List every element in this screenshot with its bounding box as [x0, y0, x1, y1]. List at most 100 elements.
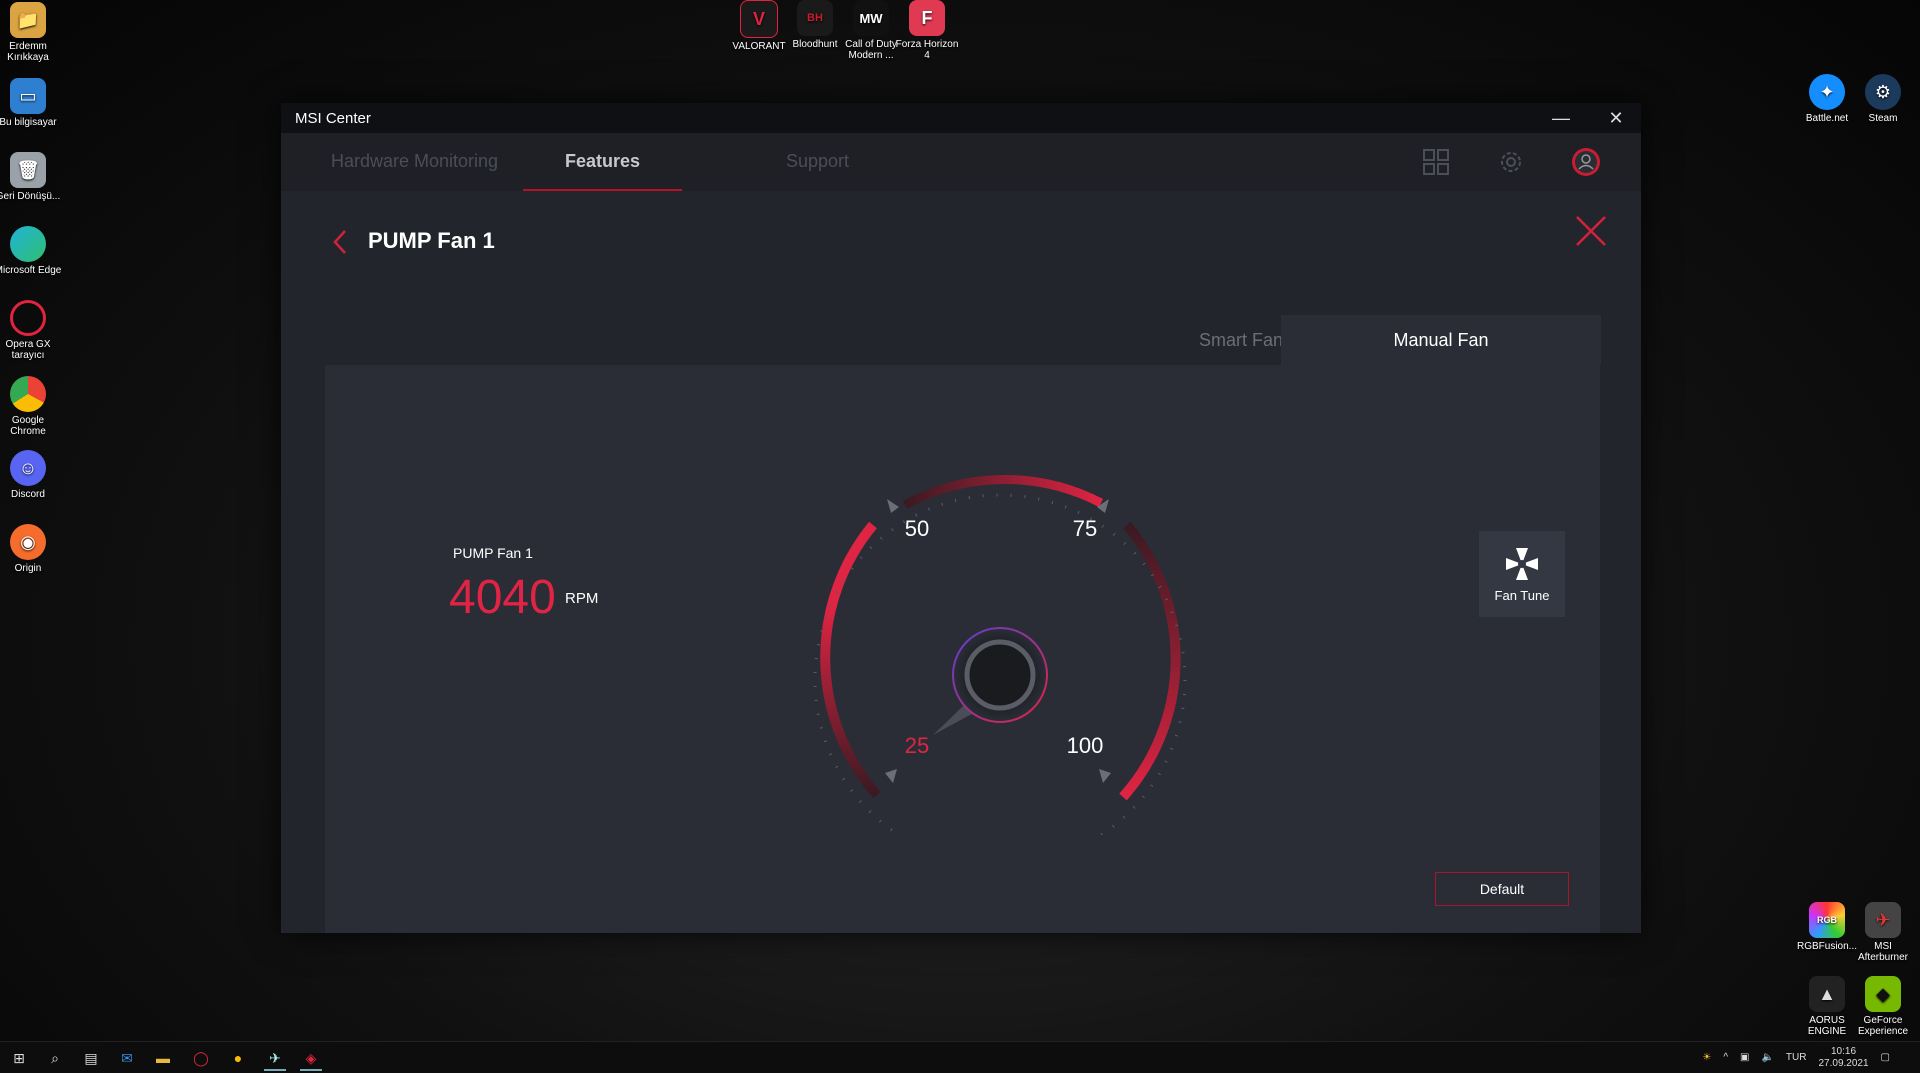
msi-center-window: MSI Center — ✕ Hardware Monitoring Featu… — [281, 103, 1641, 933]
fan-icon — [1506, 547, 1538, 580]
search-button[interactable]: ⌕ — [44, 1047, 66, 1069]
close-panel-button[interactable] — [1571, 211, 1611, 251]
rpm-value: 4040 — [449, 571, 556, 624]
user-profile-button[interactable] — [1571, 147, 1601, 177]
desktop-icon-recycle-bin[interactable]: 🗑 Geri Dönüşü... — [0, 152, 63, 202]
desktop-icon-origin[interactable]: ◉ Origin — [0, 524, 63, 574]
minimize-button[interactable]: — — [1541, 103, 1581, 133]
fan-name: PUMP Fan 1 — [453, 545, 533, 561]
grid-icon — [1423, 149, 1449, 175]
default-button[interactable]: Default — [1435, 872, 1569, 906]
desktop-icon-computer[interactable]: ▭ Bu bilgisayar — [0, 78, 63, 128]
chevron-left-icon — [333, 230, 346, 254]
discord-icon: ☺ — [10, 450, 46, 486]
back-button[interactable] — [331, 229, 349, 262]
close-icon — [1576, 216, 1606, 246]
tab-hardware-monitoring[interactable]: Hardware Monitoring — [331, 133, 498, 189]
opera-gx-icon — [10, 300, 46, 336]
title-bar: MSI Center — ✕ — [281, 103, 1641, 133]
gauge-marker — [885, 769, 897, 783]
desktop-icon-forza[interactable]: F Forza Horizon 4 — [892, 0, 962, 61]
search-icon: ⌕ — [51, 1049, 59, 1066]
taskbar-explorer[interactable]: ▬ — [152, 1047, 174, 1069]
system-tray: ☀ ^ ▣ 🔈 TUR 10:16 27.09.2021 ▢ — [1702, 1042, 1890, 1073]
volume-icon[interactable]: 🔈 — [1761, 1052, 1773, 1063]
bloodhunt-icon: BH — [797, 0, 833, 36]
gauge-hub — [964, 639, 1036, 711]
fan-tune-label: Fan Tune — [1494, 587, 1550, 603]
geforce-icon: ◆ — [1865, 976, 1901, 1012]
minimize-icon: — — [1552, 107, 1570, 128]
language-indicator[interactable]: TUR — [1786, 1052, 1807, 1063]
desktop-icon-discord[interactable]: ☺ Discord — [0, 450, 63, 500]
mode-tab-manual-fan[interactable]: Manual Fan — [1281, 315, 1601, 365]
fan-content-area: PUMP Fan 1 Smart Fan Manual Fan PUMP Fan… — [281, 191, 1641, 933]
forza-icon: F — [909, 0, 945, 36]
window-title: MSI Center — [295, 109, 371, 127]
steam-icon: ⚙ — [1865, 74, 1901, 110]
desktop-icon-steam[interactable]: ⚙ Steam — [1848, 74, 1918, 124]
notifications-icon[interactable]: ▢ — [1881, 1052, 1890, 1063]
start-button[interactable]: ⊞ — [8, 1047, 30, 1069]
clock-date: 27.09.2021 — [1818, 1057, 1869, 1069]
window-close-button[interactable]: ✕ — [1596, 103, 1636, 133]
close-icon: ✕ — [1608, 107, 1624, 128]
desktop-icon-geforce[interactable]: ◆ GeForce Experience — [1848, 976, 1918, 1037]
desktop-icon-label: Erdemm Kırıkkaya — [7, 41, 49, 63]
valorant-icon: V — [740, 0, 778, 38]
settings-button[interactable] — [1496, 147, 1526, 177]
cod-icon: MW — [853, 0, 889, 36]
taskbar-chrome[interactable]: ● — [227, 1047, 249, 1069]
desktop-icon-opera-gx[interactable]: Opera GX tarayıcı — [0, 300, 63, 361]
fan-speed-gauge[interactable]: 50 75 25 100 — [745, 415, 1195, 835]
computer-icon: ▭ — [10, 78, 46, 114]
taskbar-steam[interactable]: ✈ — [264, 1047, 286, 1071]
grid-view-button[interactable] — [1421, 147, 1451, 177]
rgbfusion-icon: RGB — [1809, 902, 1845, 938]
tab-features[interactable]: Features — [523, 133, 683, 191]
edge-icon — [10, 226, 46, 262]
desktop-icon-label: MSI Afterburner — [1857, 941, 1909, 963]
clock-time: 10:16 — [1831, 1045, 1857, 1057]
desktop-icon-afterburner[interactable]: ✈ MSI Afterburner — [1848, 902, 1918, 963]
desktop-icon-label: Microsoft Edge — [0, 265, 62, 276]
tab-support[interactable]: Support — [786, 133, 849, 189]
steam-icon: ✈ — [269, 1049, 281, 1066]
network-icon[interactable]: ▣ — [1740, 1052, 1749, 1063]
desktop-icon-edge[interactable]: Microsoft Edge — [0, 226, 63, 276]
fan-tune-button[interactable]: Fan Tune — [1479, 531, 1565, 617]
desktop-icon-label: Google Chrome — [10, 415, 46, 437]
clock[interactable]: 10:16 27.09.2021 — [1818, 1046, 1868, 1070]
origin-icon: ◉ — [10, 524, 46, 560]
desktop-icon-label: Geri Dönüşü... — [0, 191, 61, 202]
aorus-icon: ▲ — [1809, 976, 1845, 1012]
desktop-icon-chrome[interactable]: Google Chrome — [0, 376, 63, 437]
folder-user-icon: 📁 — [10, 2, 46, 38]
task-view-button[interactable]: ▤ — [80, 1047, 102, 1069]
folder-icon: ▬ — [156, 1050, 170, 1066]
taskbar-msi-center[interactable]: ◈ — [300, 1047, 322, 1071]
weather-icon[interactable]: ☀ — [1702, 1052, 1711, 1063]
taskbar-mail[interactable]: ✉ — [116, 1047, 138, 1069]
chevron-up-icon[interactable]: ^ — [1723, 1052, 1728, 1063]
taskbar-opera[interactable]: ◯ — [190, 1047, 212, 1069]
desktop-icon-user-folder[interactable]: 📁 Erdemm Kırıkkaya — [0, 2, 63, 63]
msi-center-icon: ◈ — [305, 1049, 317, 1066]
windows-icon: ⊞ — [13, 1049, 25, 1066]
rpm-unit: RPM — [565, 590, 599, 607]
desktop-icon-label: Steam — [1868, 113, 1898, 124]
recycle-bin-icon: 🗑 — [10, 152, 46, 188]
desktop-icon-label: Origin — [14, 563, 42, 574]
fan-panel: PUMP Fan 1 4040 RPM 50 75 25 100 Fan Tun… — [325, 365, 1600, 933]
gauge-arc-top — [902, 474, 1104, 509]
gauge-tick-label: 75 — [1073, 516, 1097, 541]
task-view-icon: ▤ — [84, 1049, 98, 1066]
gauge-tick-label: 100 — [1067, 733, 1104, 758]
gauge-arc-left — [820, 521, 881, 799]
desktop-icon-label: GeForce Experience — [1857, 1015, 1909, 1037]
mail-icon: ✉ — [121, 1049, 133, 1066]
chrome-icon — [10, 376, 46, 412]
desktop-icon-label: Bu bilgisayar — [0, 117, 57, 128]
opera-gx-icon: ◯ — [193, 1049, 209, 1066]
gauge-tick-label-active: 25 — [905, 733, 929, 758]
